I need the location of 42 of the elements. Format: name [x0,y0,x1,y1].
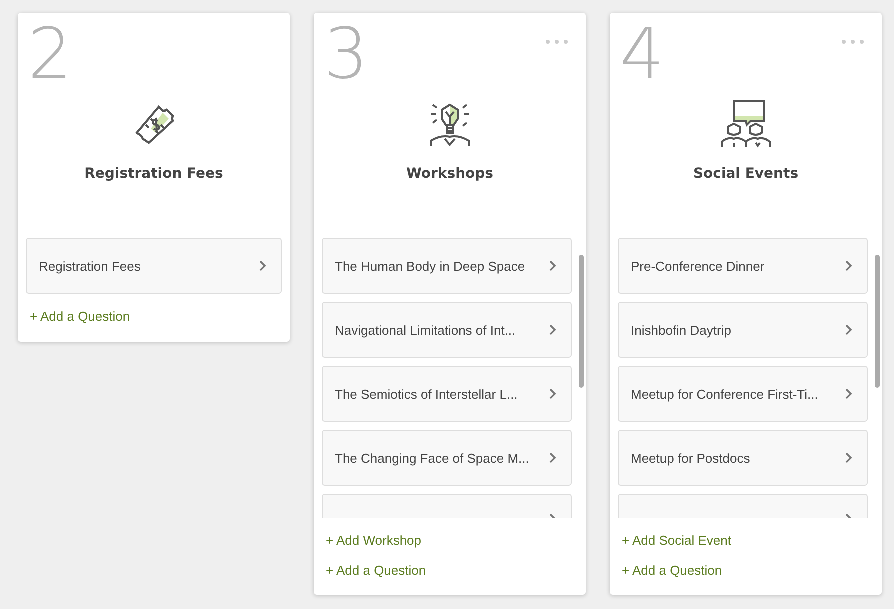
chevron-right-icon [845,260,853,272]
list-item[interactable]: Inishbofin Daytrip [618,302,868,358]
add-link[interactable]: + Add a Question [30,302,278,332]
list-item[interactable]: The Semiotics of Interstellar L... [322,366,572,422]
column-title: Social Events [693,166,799,182]
add-link[interactable]: + Add a Question [326,556,574,586]
item-label: Inishbofin Daytrip [631,322,732,338]
list-item[interactable]: Navigational Limitations of Int... [322,302,572,358]
list-item[interactable]: The Changing Face of Space M... [322,430,572,486]
chevron-right-icon [549,452,557,464]
item-label: Meetup for Conference First-Ti... [631,386,818,402]
chevron-right-icon [549,388,557,400]
step-number: 4 [620,19,665,89]
chevron-right-icon [259,260,267,272]
chevron-right-icon [845,452,853,464]
scrollbar-thumb[interactable] [579,255,584,388]
list-item[interactable]: Pre-Conference Dinner [618,238,868,294]
list-item[interactable]: Registration Fees [26,238,282,294]
item-label: Pre-Conference Dinner [631,258,765,274]
chevron-right-icon [549,260,557,272]
step-number: 2 [28,19,73,89]
column-title: Workshops [406,166,494,182]
chevron-right-icon [845,324,853,336]
step-number: 3 [324,19,369,89]
list-item[interactable]: The Human Body in Deep Space [322,238,572,294]
more-options-icon[interactable] [546,40,568,44]
item-label: The Human Body in Deep Space [335,258,526,274]
item-label: The Changing Face of Space M... [335,450,530,466]
add-link[interactable]: + Add a Question [622,556,870,586]
add-link[interactable]: + Add Social Event [622,526,870,556]
list-item[interactable]: Meetup for Postdocs [618,430,868,486]
chevron-right-icon [549,324,557,336]
item-label: The Semiotics of Interstellar L... [335,386,518,402]
item-label: Registration Fees [39,258,141,274]
chevron-right-icon [845,388,853,400]
add-link[interactable]: + Add Workshop [326,526,574,556]
item-label: Navigational Limitations of Int... [335,322,516,338]
list-item[interactable]: Meetup for Conference First-Ti... [618,366,868,422]
scrollbar-thumb[interactable] [875,255,880,388]
item-label: Meetup for Postdocs [631,450,750,466]
more-options-icon[interactable] [842,40,864,44]
column-title: Registration Fees [84,166,224,182]
